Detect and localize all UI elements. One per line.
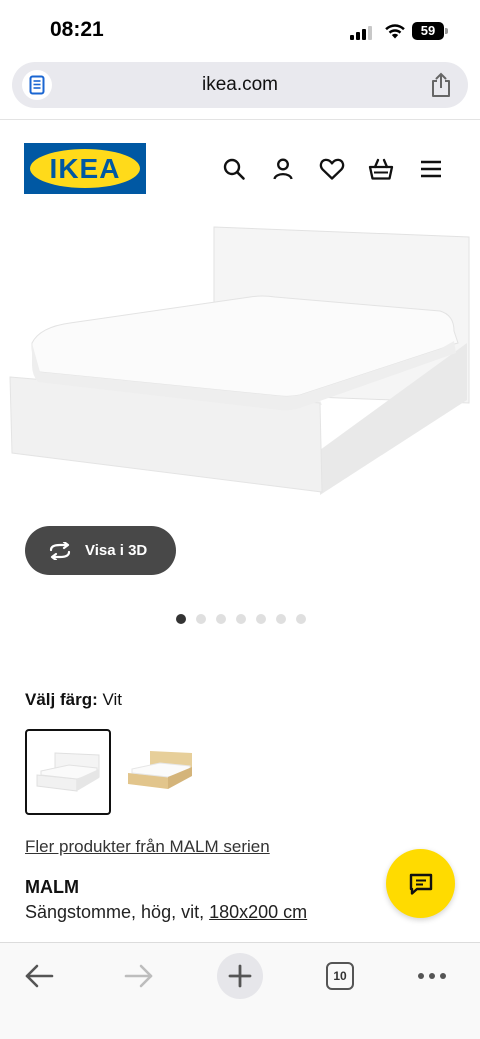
page: 08:21 59 ikea.com IKEA Visa i 3D Välj fä… bbox=[0, 0, 480, 1039]
carousel-dot[interactable] bbox=[276, 614, 286, 624]
product-description: Sängstomme, hög, vit, 180x200 cm bbox=[25, 902, 308, 922]
view-in-3d-label: Visa i 3D bbox=[85, 542, 148, 559]
menu-icon[interactable] bbox=[418, 156, 444, 182]
url-text[interactable]: ikea.com bbox=[12, 74, 468, 96]
chat-button[interactable] bbox=[386, 849, 455, 918]
divider bbox=[0, 119, 480, 120]
wifi-icon bbox=[385, 24, 405, 39]
back-icon[interactable] bbox=[16, 953, 62, 999]
battery-icon: 59 bbox=[412, 22, 448, 40]
cellular-signal-icon bbox=[350, 24, 374, 40]
tabs-button[interactable]: 10 bbox=[317, 953, 363, 999]
tab-count: 10 bbox=[326, 962, 354, 990]
product-image[interactable] bbox=[0, 215, 480, 515]
basket-icon[interactable] bbox=[368, 156, 394, 182]
new-tab-icon[interactable] bbox=[217, 953, 263, 999]
product-size-link[interactable]: 180x200 cm bbox=[209, 902, 307, 922]
color-swatch-white[interactable] bbox=[25, 729, 111, 815]
status-time: 08:21 bbox=[50, 18, 104, 41]
ikea-logo[interactable]: IKEA bbox=[24, 143, 146, 194]
browser-toolbar: 10 bbox=[0, 942, 480, 1039]
search-icon[interactable] bbox=[221, 156, 247, 182]
view-in-3d-button[interactable]: Visa i 3D bbox=[25, 526, 176, 575]
status-bar: 08:21 59 bbox=[0, 0, 480, 60]
carousel-dot[interactable] bbox=[236, 614, 246, 624]
selected-color: Vit bbox=[102, 690, 123, 709]
account-icon[interactable] bbox=[270, 156, 296, 182]
chat-icon bbox=[409, 873, 432, 895]
share-icon[interactable] bbox=[430, 72, 452, 98]
series-link[interactable]: Fler produkter från MALM serien bbox=[25, 837, 270, 857]
rotate-3d-icon bbox=[49, 541, 71, 560]
more-icon[interactable] bbox=[409, 953, 455, 999]
carousel-dot[interactable] bbox=[196, 614, 206, 624]
product-name: MALM bbox=[25, 877, 79, 897]
carousel-dot[interactable] bbox=[176, 614, 186, 624]
image-carousel-dots[interactable] bbox=[176, 614, 306, 624]
color-swatch-oak[interactable] bbox=[120, 729, 206, 815]
carousel-dot[interactable] bbox=[296, 614, 306, 624]
forward-icon[interactable] bbox=[116, 953, 162, 999]
carousel-dot[interactable] bbox=[256, 614, 266, 624]
carousel-dot[interactable] bbox=[216, 614, 226, 624]
heart-icon[interactable] bbox=[319, 156, 345, 182]
address-bar[interactable]: ikea.com bbox=[12, 62, 468, 108]
battery-level: 59 bbox=[412, 22, 444, 40]
color-chooser-label: Välj färg: Vit bbox=[25, 690, 123, 709]
